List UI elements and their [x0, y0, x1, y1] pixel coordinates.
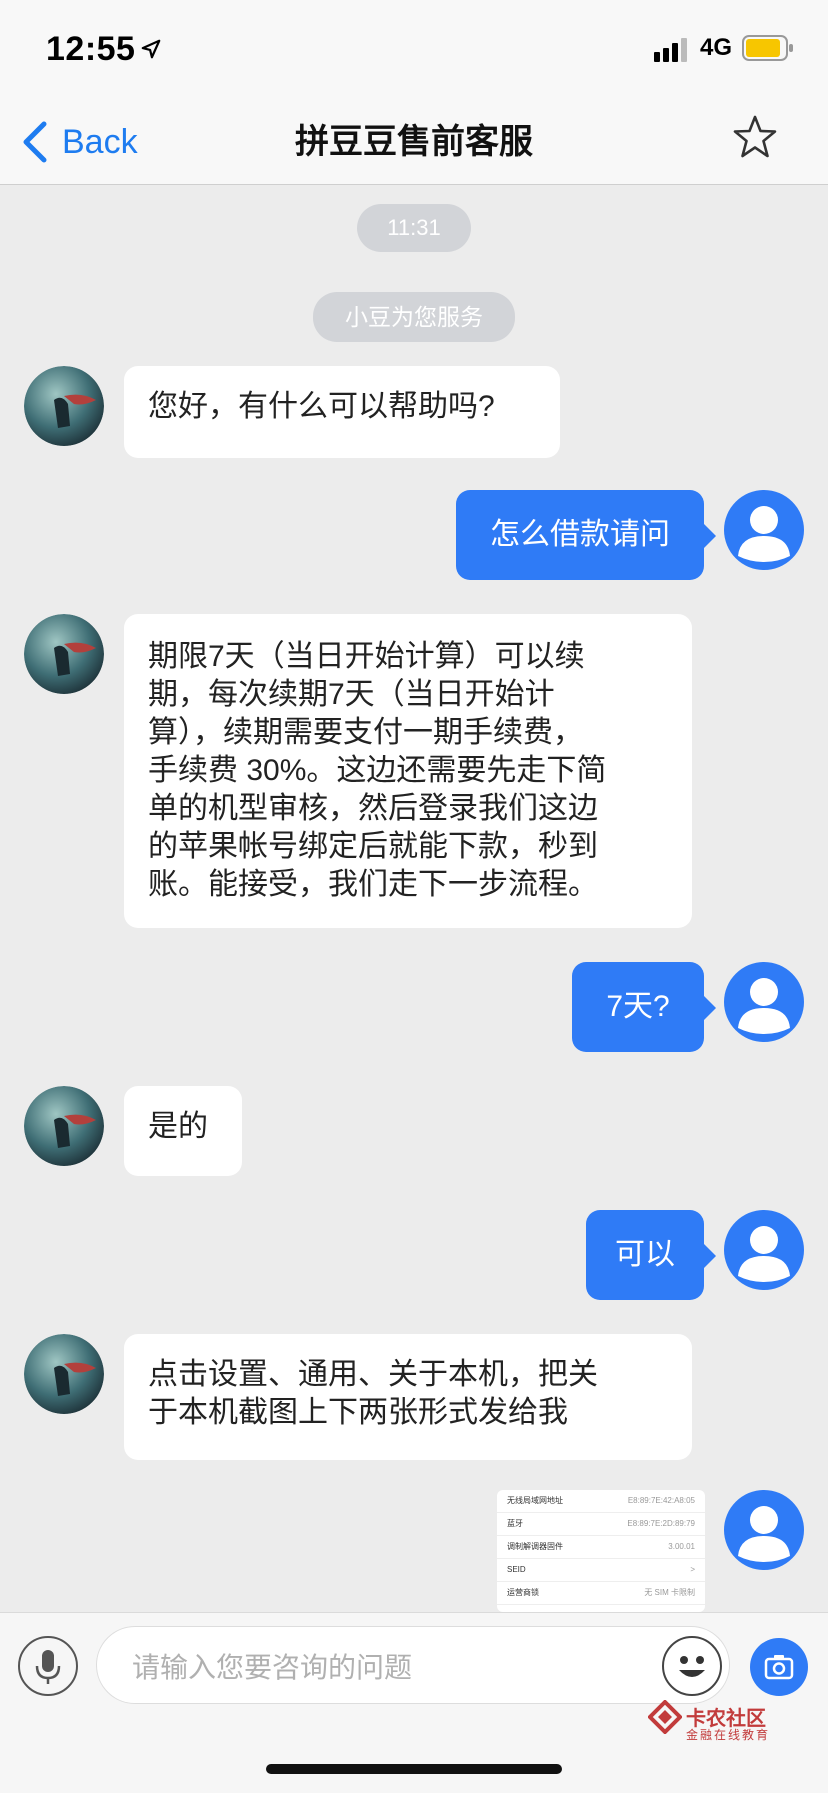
agent-avatar[interactable] — [24, 1086, 104, 1166]
message-bubble-outgoing: 可以 — [586, 1210, 716, 1300]
image-message-thumbnail[interactable]: 无线局域网地址 E8:89:7E:42:A8:05 蓝牙 E8:89:7E:2D:8… — [497, 1490, 705, 1612]
message-line: 于本机截图上下两张形式发给我 — [148, 1396, 568, 1429]
message-line: 的苹果帐号绑定后就能下款，秒到 — [148, 830, 598, 863]
message-input-placeholder: 请输入您要咨询的问题 — [132, 1652, 413, 1683]
battery-icon — [742, 35, 793, 61]
user-silhouette-icon — [738, 1226, 790, 1282]
star-outline-icon[interactable] — [732, 114, 778, 160]
location-arrow-icon — [141, 39, 161, 59]
system-notice: 小豆为您服务 — [313, 292, 515, 342]
agent-avatar[interactable] — [24, 1334, 104, 1414]
message-bubble-incoming: 是的 — [124, 1086, 242, 1176]
agent-avatar-image — [24, 1334, 104, 1414]
agent-avatar-image — [24, 614, 104, 694]
thumb-row: 调制解调器固件 3.00.01 — [497, 1536, 705, 1559]
agent-avatar-image — [24, 366, 104, 446]
message-bubble-incoming: 期限7天（当日开始计算）可以续 期，每次续期7天（当日开始计 算），续期需要支付… — [124, 614, 692, 928]
camera-icon — [764, 1655, 794, 1680]
agent-avatar-image — [24, 1086, 104, 1166]
emoji-button[interactable] — [662, 1636, 722, 1696]
thumb-row: SEID > — [497, 1559, 705, 1582]
thumb-row: 蓝牙 E8:89:7E:2D:89:79 — [497, 1513, 705, 1536]
user-silhouette-icon — [738, 506, 790, 562]
thumb-row: 无线局域网地址 E8:89:7E:42:A8:05 — [497, 1490, 705, 1513]
user-silhouette-icon — [738, 978, 790, 1034]
message-bubble-incoming: 您好，有什么可以帮助吗? — [124, 366, 560, 458]
agent-avatar[interactable] — [24, 366, 104, 446]
user-avatar[interactable] — [724, 1210, 804, 1290]
timestamp-pill: 11:31 — [357, 204, 471, 252]
message-bubble-outgoing: 7天? — [572, 962, 716, 1052]
thumb-row: 运营商锁无 SIM 卡限制 — [497, 1582, 705, 1605]
user-avatar[interactable] — [724, 1490, 804, 1570]
message-line: 期限7天（当日开始计算）可以续 — [148, 640, 585, 673]
message-line: 算），续期需要支付一期手续费， — [148, 716, 583, 749]
message-line: 手续费 30%。这边还需要先走下简 — [148, 754, 607, 787]
message-line: 期，每次续期7天（当日开始计 — [148, 678, 555, 711]
message-line: 单的机型审核，然后登录我们这边 — [148, 792, 598, 825]
user-avatar[interactable] — [724, 962, 804, 1042]
watermark-subtitle: 金融在线教育 — [686, 1728, 771, 1742]
message-line: 账。能接受，我们走下一步流程。 — [148, 868, 598, 901]
message-bubble-incoming: 点击设置、通用、关于本机，把关 于本机截图上下两张形式发给我 — [124, 1334, 692, 1460]
network-type: 4G — [700, 34, 733, 61]
signal-bars-icon — [654, 38, 687, 62]
message-bubble-outgoing: 怎么借款请问 — [456, 490, 716, 580]
user-silhouette-icon — [738, 1506, 790, 1562]
microphone-button[interactable] — [18, 1636, 78, 1696]
status-time: 12:55 — [46, 30, 136, 68]
navigation-bar: Back 拼豆豆售前客服 — [0, 100, 828, 185]
page-title: 拼豆豆售前客服 — [295, 123, 533, 161]
home-indicator[interactable] — [266, 1764, 562, 1774]
user-avatar[interactable] — [724, 490, 804, 570]
status-bar: 12:55 4G — [0, 0, 828, 100]
agent-avatar[interactable] — [24, 614, 104, 694]
watermark-logo — [648, 1700, 682, 1734]
emoji-icon — [679, 1656, 705, 1677]
message-line: 点击设置、通用、关于本机，把关 — [148, 1358, 598, 1391]
camera-button[interactable] — [750, 1638, 808, 1696]
microphone-icon — [35, 1650, 61, 1684]
